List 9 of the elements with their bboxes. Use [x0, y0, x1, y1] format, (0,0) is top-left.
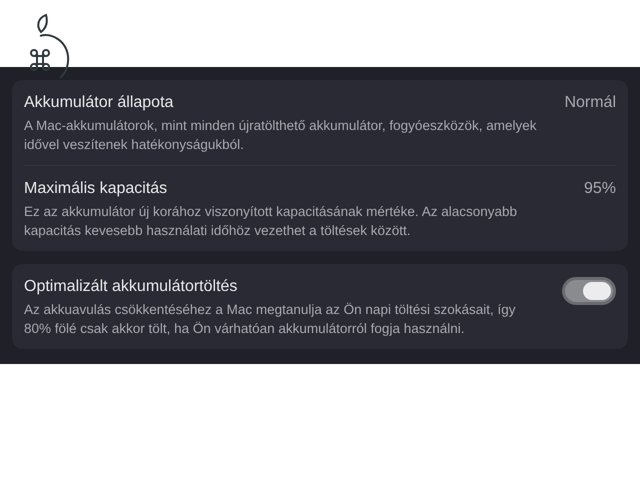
setting-title: Akkumulátor állapota: [24, 93, 174, 113]
setting-value: 95%: [584, 179, 616, 199]
setting-title: Maximális kapacitás: [24, 179, 168, 199]
setting-description: Az akkuavulás csökkentéséhez a Mac megtanulja az Ön napi töltési szokásait, így 80% fölé csak akkor tölt, ha Ön várhatóan akkumulátorról fogja használni.: [24, 301, 517, 338]
setting-title: Optimalizált akkumulátortöltés: [24, 277, 238, 297]
setting-description: A Mac-akkumulátorok, mint minden újratölthető akkumulátor, fogyóeszközök, amelyek idővel veszítenek hatékonyságukból.: [24, 117, 538, 154]
setting-value: Normál: [564, 93, 616, 113]
toggle-switch[interactable]: [562, 277, 616, 305]
setting-description: Ez az akkumulátor új korához viszonyított kapacitásának mértéke. Az alacsonyabb kapacitás kevesebb használati időhöz vezethet a töltések között.: [24, 203, 518, 240]
